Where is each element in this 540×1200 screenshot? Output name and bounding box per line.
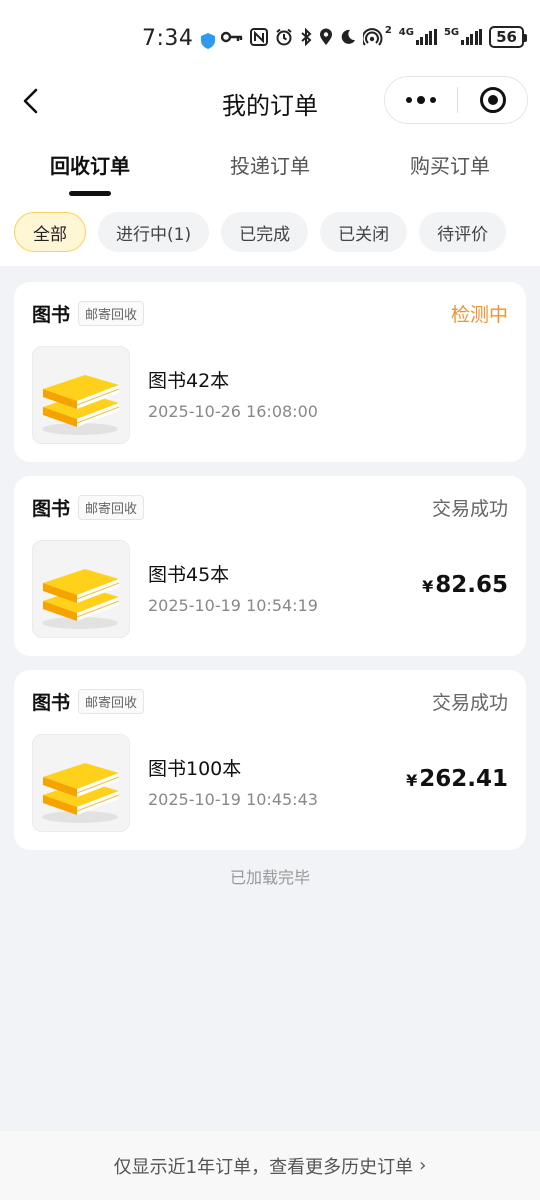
- chevron-right-icon: ›: [419, 1155, 427, 1176]
- order-method-tag: 邮寄回收: [78, 301, 145, 326]
- tab-purchase-orders[interactable]: 购买订单: [360, 136, 540, 206]
- network-5g-label: 5G: [443, 27, 460, 38]
- order-status: 交易成功: [431, 498, 508, 520]
- order-item-name: 图书42本: [148, 370, 230, 392]
- shield-icon: [201, 30, 216, 49]
- active-tab-indicator: [69, 191, 111, 196]
- battery-indicator: 56: [489, 26, 527, 48]
- order-time: 2025-10-19 10:54:19: [148, 596, 318, 615]
- order-status: 交易成功: [431, 692, 508, 714]
- history-orders-link[interactable]: 仅显示近1年订单，查看更多历史订单 ›: [0, 1130, 540, 1200]
- order-card[interactable]: 图书 邮寄回收 交易成功 图书45本 2025-10-19 10:54:19 ¥…: [14, 476, 526, 656]
- miniprogram-capsule: [384, 76, 528, 124]
- network-4g-label: 4G: [398, 27, 414, 38]
- order-time: 2025-10-19 10:45:43: [148, 790, 318, 809]
- status-bar: 7:34 2 4G 5G 56: [0, 0, 540, 76]
- filter-completed[interactable]: 已完成: [221, 212, 309, 252]
- location-icon: [319, 28, 333, 46]
- header: 我的订单: [0, 76, 540, 126]
- books-icon: [32, 540, 130, 638]
- tab-label: 投递订单: [230, 154, 310, 178]
- order-item-name: 图书100本: [148, 758, 242, 780]
- filter-in-progress[interactable]: 进行中(1): [98, 212, 210, 252]
- tab-recycle-orders[interactable]: 回收订单: [0, 136, 180, 206]
- status-time: 7:34: [142, 25, 194, 51]
- order-category: 图书: [32, 498, 71, 520]
- books-icon: [32, 734, 130, 832]
- bluetooth-icon: [300, 28, 312, 46]
- currency-symbol: ¥: [406, 771, 418, 790]
- list-end-text: 已加载完毕: [229, 868, 310, 887]
- order-item-name: 图书45本: [148, 564, 230, 586]
- order-card[interactable]: 图书 邮寄回收 交易成功 图书100本 2025-10-19 10:45:43 …: [14, 670, 526, 850]
- order-status: 检测中: [450, 304, 508, 326]
- tab-label: 购买订单: [410, 154, 490, 178]
- order-category: 图书: [32, 692, 71, 714]
- order-method-tag: 邮寄回收: [78, 689, 145, 714]
- price-value: 262.41: [419, 766, 508, 792]
- key-icon: [220, 30, 243, 44]
- sim-index: 2: [384, 25, 392, 36]
- order-type-tabs: 回收订单 投递订单 购买订单: [0, 136, 540, 206]
- order-category: 图书: [32, 304, 71, 326]
- order-method-tag: 邮寄回收: [78, 495, 145, 520]
- filter-closed[interactable]: 已关闭: [320, 212, 408, 252]
- order-card[interactable]: 图书 邮寄回收 检测中 图书42本 2025-10-26 16:08:00: [14, 282, 526, 462]
- price-value: 82.65: [435, 572, 508, 598]
- alarm-icon: [275, 28, 293, 46]
- status-icons: 2 4G 5G 56: [220, 25, 527, 48]
- order-price: ¥262.41: [406, 766, 508, 792]
- filter-all[interactable]: 全部: [14, 212, 86, 252]
- order-price: ¥82.65: [422, 572, 508, 598]
- order-list: 图书 邮寄回收 检测中 图书42本 2025-10-26 16:08:00 图书…: [0, 266, 540, 888]
- tab-delivery-orders[interactable]: 投递订单: [180, 136, 360, 206]
- signal-4g-icon: 4G: [398, 27, 437, 45]
- order-time: 2025-10-26 16:08:00: [148, 402, 318, 421]
- hotspot-icon: 2: [362, 25, 392, 46]
- signal-5g-icon: 5G: [443, 27, 483, 45]
- filter-to-review[interactable]: 待评价: [419, 212, 507, 252]
- more-icon[interactable]: [385, 77, 457, 123]
- close-miniprogram-icon[interactable]: [458, 77, 527, 123]
- books-icon: [32, 346, 130, 444]
- status-filter-bar: 全部 进行中(1) 已完成 已关闭 待评价: [0, 206, 540, 266]
- currency-symbol: ¥: [422, 577, 434, 596]
- nfc-icon: [249, 28, 268, 46]
- history-orders-text: 仅显示近1年订单，查看更多历史订单: [113, 1156, 414, 1178]
- moon-icon: [340, 29, 356, 45]
- tab-label: 回收订单: [50, 154, 130, 178]
